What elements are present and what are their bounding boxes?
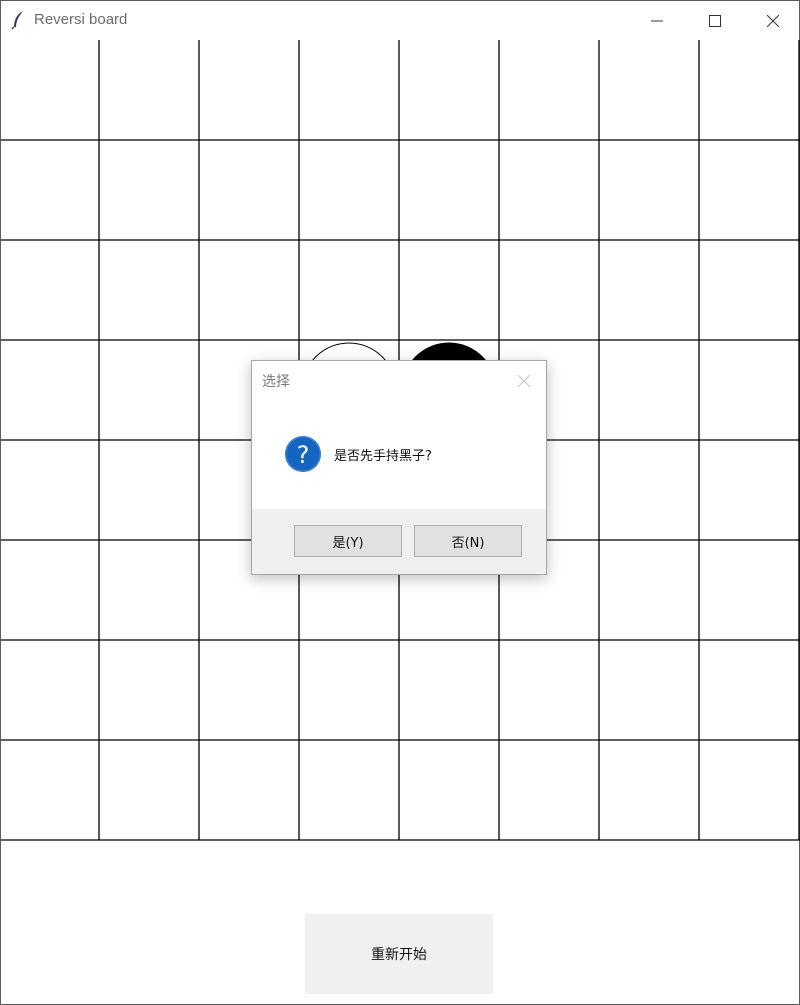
title-bar[interactable]: Reversi board [1, 1, 799, 40]
svg-text:?: ? [297, 441, 310, 469]
minimize-icon [651, 20, 663, 21]
app-window: Reversi board 重新开始 选择 ? 是否先手持黑子? 是(Y) 否(… [0, 0, 800, 1005]
feather-icon [11, 10, 25, 30]
dialog-message: 是否先手持黑子? [334, 449, 432, 464]
choice-dialog: 选择 ? 是否先手持黑子? 是(Y) 否(N) [251, 360, 547, 575]
close-icon [767, 14, 779, 27]
window-title: Reversi board [34, 11, 128, 28]
maximize-button[interactable] [686, 1, 744, 40]
maximize-icon [709, 14, 721, 27]
dialog-title: 选择 [262, 374, 290, 390]
dialog-footer: 是(Y) 否(N) [252, 509, 546, 574]
dialog-close-icon[interactable] [516, 373, 532, 389]
minimize-button[interactable] [628, 1, 686, 40]
no-button[interactable]: 否(N) [414, 525, 522, 557]
close-button[interactable] [744, 1, 800, 40]
restart-button[interactable]: 重新开始 [305, 914, 493, 994]
question-icon: ? [284, 435, 322, 473]
yes-button[interactable]: 是(Y) [294, 525, 402, 557]
